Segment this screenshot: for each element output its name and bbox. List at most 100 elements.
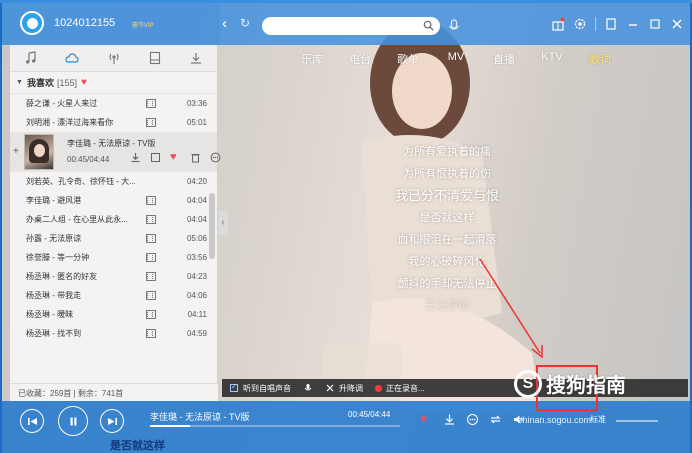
mic-toggle[interactable] (303, 383, 313, 393)
mv-icon[interactable] (146, 118, 156, 127)
watermark: S 搜狗指南 (514, 369, 626, 398)
loop-icon[interactable] (489, 413, 502, 426)
song-duration: 04:20 (186, 177, 207, 186)
listen-checkbox[interactable] (230, 382, 238, 392)
album-cover[interactable] (24, 134, 54, 170)
favorite-icon[interactable]: ♥ (420, 413, 433, 426)
mv-icon[interactable] (146, 291, 156, 300)
song-row[interactable]: 杨丞琳 - 匿名的好友 04:23 (10, 267, 217, 286)
mv-icon[interactable] (146, 329, 156, 338)
volume-slider[interactable] (616, 420, 658, 422)
recording-label: 正在录音... (386, 383, 425, 393)
username[interactable]: 1024012155 (54, 17, 115, 29)
previous-button[interactable] (20, 409, 44, 433)
search-icon[interactable] (423, 20, 434, 31)
song-title: 刘明湘 - 漂洋过海来看你 (26, 118, 114, 127)
back-arrow-icon[interactable]: ‹ (222, 16, 227, 31)
lyric-line: 是否就这样 (419, 212, 475, 224)
song-duration: 04:11 (187, 310, 207, 319)
tab-downloads[interactable] (176, 45, 217, 71)
voice-search-icon[interactable] (448, 19, 460, 33)
tab-local-music[interactable] (10, 45, 51, 71)
mv-icon[interactable] (146, 272, 156, 281)
tab-library[interactable]: 乐库 (288, 51, 336, 67)
download-icon[interactable] (443, 413, 456, 426)
song-row[interactable]: 刘明湘 - 漂洋过海来看你 05:01 (10, 113, 217, 132)
song-title: 徐誉滕 - 等一分钟 (26, 253, 90, 262)
refresh-icon[interactable]: ↻ (240, 16, 250, 31)
recording-status[interactable]: 正在录音... (375, 383, 425, 394)
annotation-arrow (479, 258, 543, 359)
maximize-icon[interactable] (648, 17, 662, 31)
microphone-icon (304, 384, 312, 391)
more-icon[interactable] (466, 413, 479, 426)
song-row[interactable]: 孙露 - 无法原谅 05:06 (10, 229, 217, 248)
song-row[interactable]: 李佳璐 - 避风港 04:04 (10, 191, 217, 210)
tab-ktv[interactable]: KTV (528, 51, 576, 67)
gift-icon[interactable] (551, 17, 565, 31)
tab-radio[interactable]: 电台 (336, 51, 384, 67)
tab-cloud[interactable] (51, 45, 92, 71)
minimize-icon[interactable] (626, 17, 640, 31)
caret-down-icon[interactable]: ▼ (16, 79, 23, 86)
song-row[interactable]: 薛之谦 - 火星人来过 03:36 (10, 94, 217, 113)
song-title: 杨丞琳 - 暧昧 (26, 310, 74, 319)
tab-playlists[interactable]: 歌单 (384, 51, 432, 67)
tab-lyrics[interactable]: 歌词 (576, 51, 624, 67)
add-icon[interactable]: + (13, 146, 19, 157)
divider (595, 17, 596, 31)
song-row[interactable]: 杨丞琳 - 暧昧 04:11 (10, 305, 217, 324)
song-title: 孙露 - 无法原谅 (26, 234, 82, 243)
heart-icon[interactable]: ♥ (170, 152, 181, 163)
playlist-header[interactable]: ▼ 我喜欢 [155] ♥ (10, 72, 217, 94)
collapse-panel-handle[interactable]: ‹ (218, 211, 228, 235)
progress-bar[interactable] (150, 425, 400, 427)
pitch-control[interactable]: 升降调 (325, 383, 363, 394)
more-icon[interactable] (210, 152, 221, 163)
song-row[interactable]: 刘若英、孔令奇、徐怀钰 - 大... 04:20 (10, 172, 217, 191)
pause-button[interactable] (58, 406, 88, 436)
user-avatar[interactable] (20, 11, 44, 35)
cloud-icon (65, 53, 79, 63)
pause-icon (70, 417, 76, 425)
window-tools (551, 17, 684, 33)
listen-label[interactable]: 听到自唱声音 (243, 383, 291, 394)
song-row[interactable]: 徐誉滕 - 等一分钟 03:56 (10, 248, 217, 267)
now-playing-row[interactable]: + 李佳璐 - 无法原谅 - TV版 00:45/04:44 ♥ (10, 132, 221, 172)
tab-radio-station[interactable] (93, 45, 134, 71)
mv-icon[interactable] (146, 234, 156, 243)
close-icon[interactable] (670, 17, 684, 31)
mv-icon[interactable] (146, 215, 156, 224)
song-row[interactable]: 办桌二人组 - 在心里从此永... 04:04 (10, 210, 217, 229)
song-title: 杨丞琳 - 找不到 (26, 329, 82, 338)
list-scrollbar[interactable] (209, 193, 215, 259)
sogou-logo: S (514, 369, 542, 398)
mv-icon[interactable] (146, 253, 156, 262)
mv-icon[interactable] (146, 99, 156, 108)
progress-fill (150, 425, 190, 427)
previous-icon (27, 417, 37, 425)
song-row[interactable]: 杨丞琳 - 找不到 04:59 (10, 324, 217, 343)
mv-icon[interactable] (146, 310, 156, 319)
now-playing-title: 李佳璐 - 无法原谅 - TV版 (67, 139, 156, 148)
download-icon[interactable] (130, 152, 141, 163)
tab-mv[interactable]: MV (432, 51, 480, 67)
mv-icon[interactable] (146, 196, 156, 205)
search-input[interactable] (262, 17, 440, 35)
song-duration: 05:01 (186, 118, 207, 127)
mini-mode-icon[interactable] (604, 17, 618, 31)
vip-badge[interactable]: 豪华VIP (132, 20, 154, 29)
mv-icon[interactable] (150, 152, 161, 163)
tab-device[interactable] (134, 45, 175, 71)
settings-icon[interactable] (573, 17, 587, 31)
tab-live[interactable]: 直播 (480, 51, 528, 67)
song-row[interactable]: 杨丞琳 - 带我走 04:06 (10, 286, 217, 305)
song-duration: 04:04 (186, 215, 207, 224)
left-tab-bar (10, 45, 217, 72)
collected-count: 已收藏：259首 (18, 389, 72, 398)
delete-icon[interactable] (190, 152, 201, 163)
next-button[interactable] (100, 409, 124, 433)
player-song-title[interactable]: 李佳璐 - 无法原谅 - TV版 (150, 410, 250, 423)
song-actions: ♥ (130, 152, 221, 163)
quality-label[interactable]: 标准 (590, 414, 606, 425)
